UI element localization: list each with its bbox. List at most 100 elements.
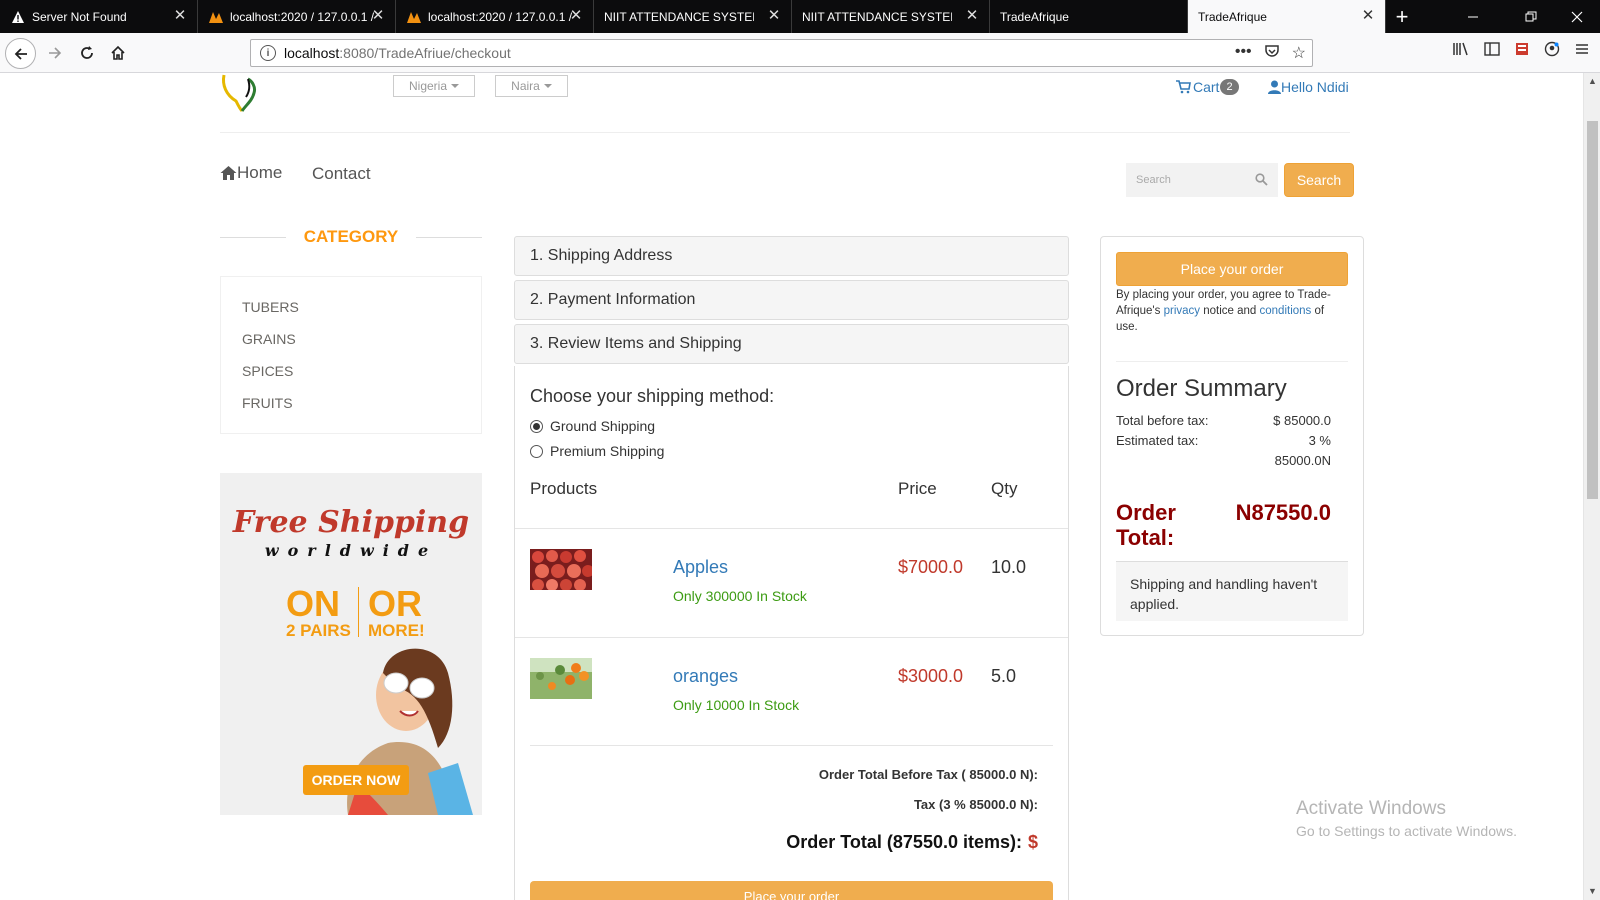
step-shipping-address[interactable]: 1. Shipping Address (514, 236, 1069, 276)
tab-server-not-found[interactable]: Server Not Found ✕ (0, 0, 198, 33)
close-icon[interactable]: ✕ (569, 8, 583, 23)
url-bar[interactable]: i localhost:8080/TradeAfriue/checkout ••… (250, 39, 1313, 67)
home-icon[interactable] (103, 38, 133, 68)
radio-unchecked-icon[interactable] (530, 444, 543, 458)
nav-home-label: Home (237, 163, 283, 182)
order-total-text: Order Total (87550.0 items): (786, 832, 1022, 852)
close-icon[interactable]: ✕ (767, 8, 781, 23)
order-total-label: Order Total: (1116, 500, 1176, 550)
phpmyadmin-icon (208, 9, 224, 25)
tab-phpmyadmin-1[interactable]: localhost:2020 / 127.0.0.1 / ✕ (198, 0, 396, 33)
restore-icon[interactable] (1508, 0, 1554, 33)
back-icon[interactable] (5, 38, 36, 69)
promo-or: OR (368, 583, 422, 624)
category-item-fruits[interactable]: FRUITS (242, 395, 293, 411)
order-now-button[interactable]: ORDER NOW (303, 765, 409, 795)
free-shipping-banner[interactable]: Free Shipping worldwide ON OR 2 PAIRS MO… (220, 473, 482, 815)
ground-shipping-option[interactable]: Ground Shipping (530, 418, 655, 434)
premium-shipping-label: Premium Shipping (550, 443, 665, 459)
row-divider (530, 745, 1053, 746)
divider (416, 237, 482, 238)
info-icon[interactable]: i (260, 45, 276, 61)
tab-title: NIIT ATTENDANCE SYSTEM (802, 9, 952, 24)
apples-image (530, 549, 592, 590)
header-divider (220, 132, 1350, 133)
products-column-header: Products (530, 479, 598, 498)
tab-niit-2[interactable]: NIIT ATTENDANCE SYSTEM ✕ (792, 0, 990, 33)
product-stock-status: Only 300000 In Stock (673, 588, 807, 604)
shipping-note: Shipping and handling haven't applied. (1116, 561, 1348, 621)
url-path: :8080/TradeAfriue/checkout (339, 45, 511, 61)
tab-phpmyadmin-2[interactable]: localhost:2020 / 127.0.0.1 / ✕ (396, 0, 594, 33)
close-icon[interactable]: ✕ (173, 8, 187, 23)
category-item-grains[interactable]: GRAINS (242, 331, 296, 347)
conditions-link[interactable]: conditions (1260, 305, 1312, 317)
tab-bar: Server Not Found ✕ localhost:2020 / 127.… (0, 0, 1600, 33)
product-qty: 5.0 (991, 666, 1017, 686)
close-icon[interactable]: ✕ (371, 8, 385, 23)
tab-tradeafrique-1[interactable]: TradeAfrique (990, 0, 1188, 33)
pocket-icon[interactable] (1264, 43, 1280, 64)
tab-tradeafrique-active[interactable]: TradeAfrique ✕ (1188, 0, 1386, 33)
category-heading: CATEGORY (220, 225, 482, 249)
cart-label: Cart (1193, 79, 1220, 95)
scrollbar-thumb[interactable] (1587, 121, 1598, 499)
tab-niit-1[interactable]: NIIT ATTENDANCE SYSTEM ✕ (594, 0, 792, 33)
product-stock-status: Only 10000 In Stock (673, 697, 800, 713)
place-order-button[interactable]: Place your order (1116, 252, 1348, 286)
category-item-tubers[interactable]: TUBERS (242, 299, 299, 315)
close-icon[interactable]: ✕ (965, 8, 979, 23)
url-text: localhost:8080/TradeAfriue/checkout (284, 45, 511, 61)
library-icon[interactable] (1452, 41, 1470, 62)
minimize-icon[interactable] (1450, 0, 1496, 33)
user-icon (1268, 80, 1281, 94)
web-page: Nigeria Naira Cart 2 Hello Ndidi Home Co… (0, 73, 1583, 900)
caret-down-icon (451, 84, 459, 88)
search-button[interactable]: Search (1284, 163, 1354, 197)
currency-dropdown[interactable]: Naira (495, 75, 568, 97)
summary-divider (1116, 361, 1348, 362)
product-name-link[interactable]: Apples (673, 557, 728, 578)
close-icon[interactable]: ✕ (1361, 8, 1375, 23)
order-agreement-text: By placing your order, you agree to Trad… (1116, 287, 1348, 335)
sidebar-icon[interactable] (1484, 41, 1500, 62)
account-icon[interactable] (1544, 41, 1560, 62)
privacy-link[interactable]: privacy (1164, 305, 1200, 317)
page-scrollbar[interactable]: ▲ ▼ (1583, 73, 1600, 900)
premium-shipping-option[interactable]: Premium Shipping (530, 443, 664, 459)
phpmyadmin-icon (406, 9, 422, 25)
row-divider (515, 528, 1068, 529)
estimated-tax-value: 3 % (1308, 433, 1331, 448)
nav-contact-link[interactable]: Contact (312, 164, 371, 184)
extension-icon[interactable] (1514, 41, 1530, 62)
country-dropdown[interactable]: Nigeria (393, 75, 475, 97)
step-review-items[interactable]: 3. Review Items and Shipping (514, 324, 1069, 364)
step-payment-information[interactable]: 2. Payment Information (514, 280, 1069, 320)
reload-icon[interactable] (72, 38, 102, 68)
scroll-down-icon[interactable]: ▼ (1584, 883, 1600, 900)
category-item-spices[interactable]: SPICES (242, 363, 293, 379)
scroll-up-icon[interactable]: ▲ (1584, 73, 1600, 90)
caret-down-icon (543, 84, 552, 88)
new-tab-icon[interactable]: + (1390, 0, 1414, 33)
place-order-bottom-button[interactable]: Place your order (530, 881, 1053, 900)
promo-on: ON (286, 583, 340, 624)
oranges-image (530, 658, 592, 699)
window-close-icon[interactable] (1554, 0, 1600, 33)
forward-icon[interactable] (40, 38, 70, 68)
price-column-header: Price (898, 479, 937, 498)
nav-home-link[interactable]: Home (220, 163, 282, 183)
cart-link[interactable]: Cart 2 (1176, 79, 1239, 95)
radio-checked-icon[interactable] (530, 419, 543, 433)
bookmark-star-icon[interactable]: ☆ (1292, 43, 1306, 64)
total-before-tax-line: Order Total Before Tax ( 85000.0 N): (818, 767, 1038, 782)
product-qty: 10.0 (991, 557, 1027, 577)
user-account-link[interactable]: Hello Ndidi (1268, 79, 1349, 95)
menu-icon[interactable] (1574, 41, 1590, 62)
product-name-link[interactable]: oranges (673, 666, 738, 687)
search-input[interactable]: Search (1126, 163, 1278, 197)
page-actions-icon[interactable]: ••• (1235, 43, 1252, 64)
qty-column-header: Qty (991, 479, 1018, 498)
order-summary-title: Order Summary (1116, 375, 1287, 402)
shopping-cart-icon (1176, 80, 1191, 94)
